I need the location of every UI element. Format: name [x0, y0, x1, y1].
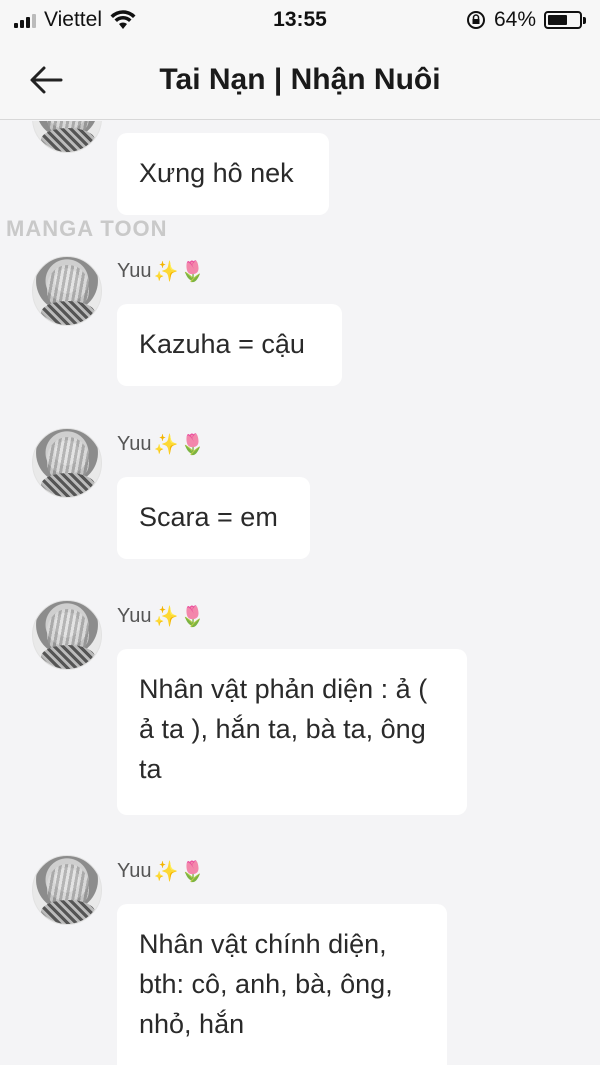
message-text: Kazuha = cậu [139, 329, 305, 359]
message-text: Xưng hô nek [139, 158, 294, 188]
message-bubble[interactable]: Xưng hô nek [117, 133, 329, 215]
chat-header: Tai Nạn | Nhận Nuôi [0, 40, 600, 120]
avatar[interactable] [32, 121, 102, 153]
message-text: Scara = em [139, 502, 278, 532]
sender-name: Yuu ✨ 🌷 [117, 259, 205, 284]
page-title: Tai Nạn | Nhận Nuôi [159, 62, 441, 96]
sender-name: Yuu ✨ 🌷 [117, 432, 205, 457]
back-arrow-icon [30, 66, 63, 94]
message-text: Nhân vật chính diện, bth: cô, anh, bà, ô… [139, 929, 393, 1039]
sender-name: Yuu ✨ 🌷 [117, 859, 205, 884]
sparkles-icon: ✨ [153, 606, 179, 628]
sender-name-text: Yuu [117, 433, 152, 455]
status-bar: Viettel 13:55 64% [0, 0, 600, 40]
status-right: 64% [466, 8, 586, 32]
message-bubble[interactable]: Nhân vật phản diện : ả ( ả ta ), hắn ta,… [117, 649, 467, 815]
message-bubble[interactable]: Nhân vật chính diện, bth: cô, anh, bà, ô… [117, 904, 447, 1065]
tulip-icon: 🌷 [180, 606, 206, 628]
back-button[interactable] [26, 60, 66, 100]
tulip-icon: 🌷 [180, 861, 206, 883]
sender-name-text: Yuu [117, 605, 152, 627]
sparkles-icon: ✨ [153, 261, 179, 283]
carrier-label: Viettel [44, 8, 102, 31]
avatar[interactable] [32, 256, 102, 326]
battery-percent: 64% [493, 8, 536, 31]
sender-name: Yuu ✨ 🌷 [117, 604, 205, 629]
sparkles-icon: ✨ [153, 861, 179, 883]
tulip-icon: 🌷 [180, 434, 206, 456]
status-left: Viettel [14, 8, 136, 32]
battery-icon [544, 11, 586, 29]
wifi-icon [110, 10, 136, 30]
message-text: Nhân vật phản diện : ả ( ả ta ), hắn ta,… [139, 674, 428, 784]
sparkles-icon: ✨ [153, 434, 179, 456]
avatar[interactable] [32, 600, 102, 670]
chat-list[interactable]: MANGA TOON Xưng hô nek Yuu ✨ 🌷 Kazuha = … [0, 121, 600, 1065]
avatar[interactable] [32, 428, 102, 498]
rotation-lock-icon [466, 10, 486, 30]
signal-icon [14, 12, 36, 28]
avatar[interactable] [32, 855, 102, 925]
tulip-icon: 🌷 [180, 261, 206, 283]
watermark: MANGA TOON [6, 216, 168, 241]
message-bubble[interactable]: Kazuha = cậu [117, 304, 342, 386]
message-bubble[interactable]: Scara = em [117, 477, 310, 559]
sender-name-text: Yuu [117, 260, 152, 282]
sender-name-text: Yuu [117, 860, 152, 882]
